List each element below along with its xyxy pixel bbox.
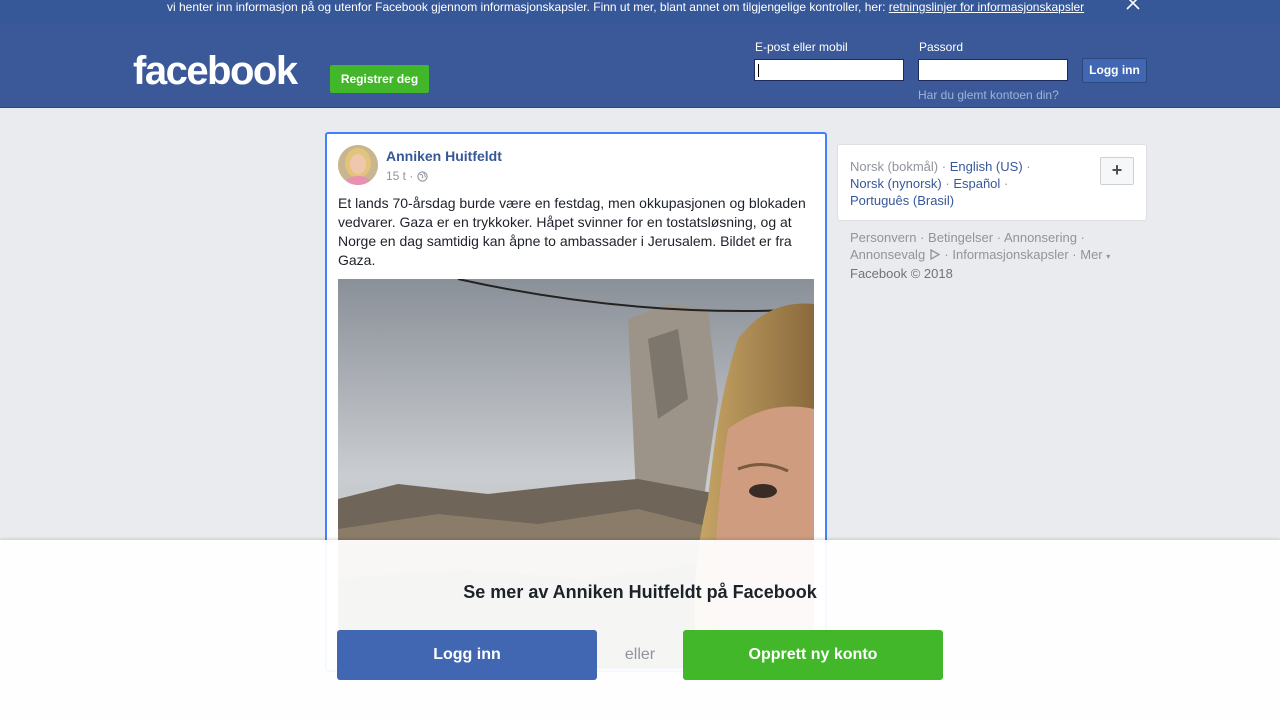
post-text: Et lands 70-årsdag burde være en festdag… [338, 195, 806, 268]
password-field[interactable] [918, 59, 1068, 81]
footer-link-advertising[interactable]: Annonsering [1004, 230, 1077, 245]
post-author[interactable]: Anniken Huitfeldt [386, 148, 502, 164]
footer-link-more[interactable]: Mer [1080, 247, 1102, 262]
language-link[interactable]: Português (Brasil) [850, 193, 954, 208]
footer-link-privacy[interactable]: Personvern [850, 230, 916, 245]
overlay-title: Se mer av Anniken Huitfeldt på Facebook [463, 582, 817, 602]
email-label: E-post eller mobil [755, 40, 848, 54]
chevron-down-icon[interactable]: ▾ [1106, 252, 1110, 261]
language-selector: Norsk (bokmål) · English (US) · Norsk (n… [837, 144, 1147, 221]
signup-overlay: Se mer av Anniken Huitfeldt på Facebook … [0, 540, 1280, 720]
language-link[interactable]: English (US) [950, 159, 1023, 174]
facebook-logo[interactable]: facebook [133, 51, 298, 91]
footer-links: Personvern · Betingelser · Annonsering ·… [850, 230, 1111, 281]
post-time[interactable]: 15 t · [386, 169, 413, 183]
register-button[interactable]: Registrer deg [330, 65, 429, 93]
footer-link-ad-choices[interactable]: Annonsevalg [850, 247, 925, 262]
avatar[interactable] [338, 145, 378, 185]
overlay-login-button[interactable]: Logg inn [337, 630, 597, 680]
close-icon[interactable] [1124, 0, 1142, 12]
overlay-or-label: eller [624, 646, 656, 663]
copyright: Facebook © 2018 [850, 266, 953, 281]
email-field[interactable] [754, 59, 904, 81]
top-bar: facebook Registrer deg E-post eller mobi… [0, 25, 1280, 108]
language-link[interactable]: Norsk (nynorsk) [850, 176, 942, 191]
cookie-text: vi henter inn informasjon på og utenfor … [167, 0, 1084, 14]
create-account-button[interactable]: Opprett ny konto [683, 630, 943, 680]
forgot-account-link[interactable]: Har du glemt kontoen din? [918, 88, 1059, 102]
login-button[interactable]: Logg inn [1082, 58, 1147, 83]
language-list: Norsk (bokmål) · English (US) · Norsk (n… [850, 159, 1031, 208]
password-label: Passord [919, 40, 964, 54]
ad-choices-icon [930, 248, 941, 261]
footer-link-cookies[interactable]: Informasjonskapsler [952, 247, 1068, 262]
globe-icon [417, 170, 428, 182]
post-meta: 15 t · [386, 169, 428, 183]
more-languages-button[interactable]: + [1100, 157, 1134, 185]
cookie-message: vi henter inn informasjon på og utenfor … [167, 0, 889, 14]
current-language: Norsk (bokmål) [850, 159, 939, 174]
cookie-banner: vi henter inn informasjon på og utenfor … [0, 0, 1280, 25]
footer-link-terms[interactable]: Betingelser [928, 230, 993, 245]
language-link[interactable]: Español [953, 176, 1000, 191]
cookie-policy-link[interactable]: retningslinjer for informasjonskapsler [889, 0, 1084, 14]
